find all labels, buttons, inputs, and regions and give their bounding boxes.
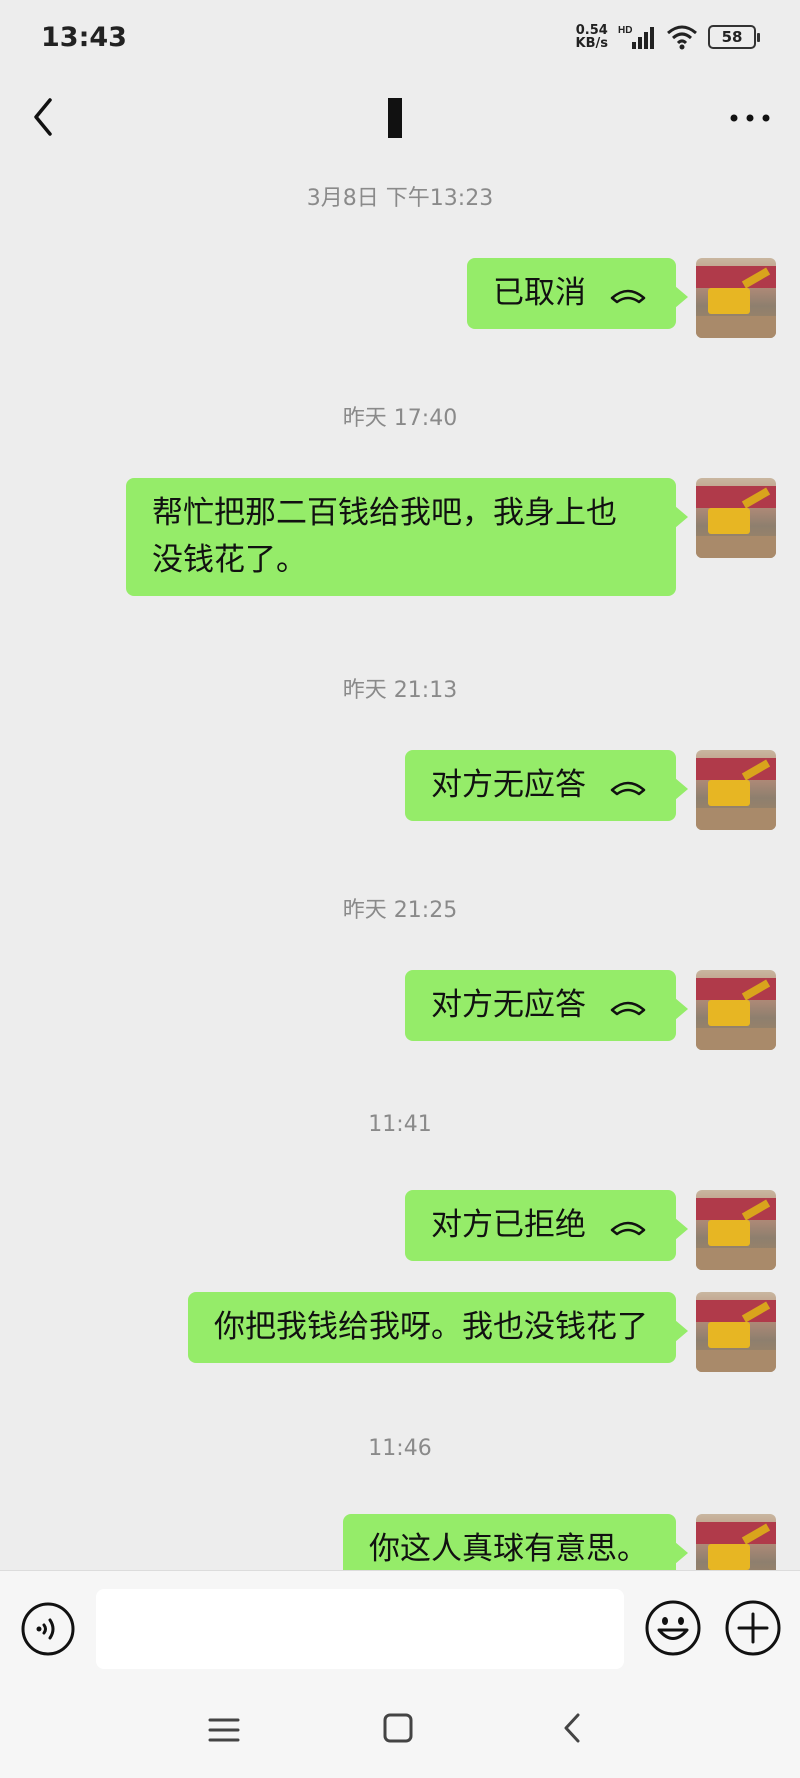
home-icon[interactable]: [380, 1710, 416, 1746]
phone-hangup-icon: [610, 289, 646, 303]
message-text: 对方已拒绝: [431, 1207, 586, 1243]
system-nav-bar: [0, 1688, 800, 1778]
hd-label: HD: [618, 25, 632, 36]
avatar[interactable]: [696, 478, 776, 558]
message-row: 对方已拒绝: [405, 1190, 776, 1270]
message-bubble[interactable]: 已取消: [467, 258, 688, 329]
message-text: 你这人真球有意思。: [369, 1531, 648, 1567]
message-bubble[interactable]: 你把我钱给我呀。我也没钱花了: [188, 1292, 688, 1363]
chevron-left-icon[interactable]: [24, 92, 64, 142]
battery-indicator: 58: [708, 25, 760, 49]
chat-header: [0, 76, 800, 162]
avatar[interactable]: [696, 1514, 776, 1570]
timestamp: 11:41: [368, 1112, 432, 1137]
message-bubble[interactable]: 帮忙把那二百钱给我吧，我身上也 没钱花了。: [126, 478, 688, 596]
message-bubble[interactable]: 对方已拒绝: [405, 1190, 688, 1261]
timestamp: 昨天 17:40: [342, 406, 458, 431]
message-text-line: 没钱花了。: [152, 542, 307, 578]
wifi-icon: [667, 25, 697, 50]
timestamp: 11:46: [368, 1436, 432, 1461]
voice-icon[interactable]: [20, 1601, 76, 1657]
chat-title-redacted: [388, 98, 402, 138]
message-row: 对方无应答: [405, 750, 776, 830]
message-row: 你把我钱给我呀。我也没钱花了: [188, 1292, 776, 1372]
message-list[interactable]: 3月8日 下午13:23 已取消 昨天 17:40 帮忙把那二百钱给我吧，我身上…: [0, 162, 800, 1570]
phone-hangup-icon: [610, 1001, 646, 1015]
avatar[interactable]: [696, 258, 776, 338]
avatar[interactable]: [696, 970, 776, 1050]
network-speed: 0.54 KB/s: [576, 24, 608, 50]
message-text: 对方无应答: [431, 987, 586, 1023]
signal-icon: HD: [618, 25, 654, 49]
timestamp: 3月8日 下午13:23: [306, 186, 494, 211]
emoji-icon[interactable]: [644, 1599, 702, 1657]
message-bubble[interactable]: 你这人真球有意思。: [343, 1514, 688, 1570]
message-row: 你这人真球有意思。: [343, 1514, 776, 1570]
message-text: 已取消: [493, 275, 586, 311]
status-bar: 13:43 0.54 KB/s HD 58: [0, 0, 800, 76]
plus-icon[interactable]: [724, 1599, 782, 1657]
message-row: 已取消: [467, 258, 776, 338]
avatar[interactable]: [696, 1292, 776, 1372]
phone-hangup-icon: [610, 1221, 646, 1235]
timestamp: 昨天 21:25: [342, 898, 458, 923]
status-time: 13:43: [41, 22, 127, 53]
phone-hangup-icon: [610, 781, 646, 795]
message-bubble[interactable]: 对方无应答: [405, 970, 688, 1041]
input-bar: [0, 1570, 800, 1688]
network-speed-unit: KB/s: [575, 36, 608, 51]
message-text: 对方无应答: [431, 767, 586, 803]
message-text-line: 帮忙把那二百钱给我吧，我身上也: [152, 495, 617, 531]
more-dots-icon[interactable]: [722, 98, 778, 138]
system-back-icon[interactable]: [558, 1710, 588, 1746]
message-text: 你把我钱给我呀。我也没钱花了: [214, 1309, 648, 1345]
menu-icon[interactable]: [206, 1712, 242, 1748]
message-row: 帮忙把那二百钱给我吧，我身上也 没钱花了。: [126, 478, 776, 596]
message-row: 对方无应答: [405, 970, 776, 1050]
message-input[interactable]: [96, 1589, 624, 1669]
avatar[interactable]: [696, 750, 776, 830]
timestamp: 昨天 21:13: [342, 678, 458, 703]
avatar[interactable]: [696, 1190, 776, 1270]
status-indicators: 0.54 KB/s HD 58: [576, 24, 760, 50]
message-bubble[interactable]: 对方无应答: [405, 750, 688, 821]
